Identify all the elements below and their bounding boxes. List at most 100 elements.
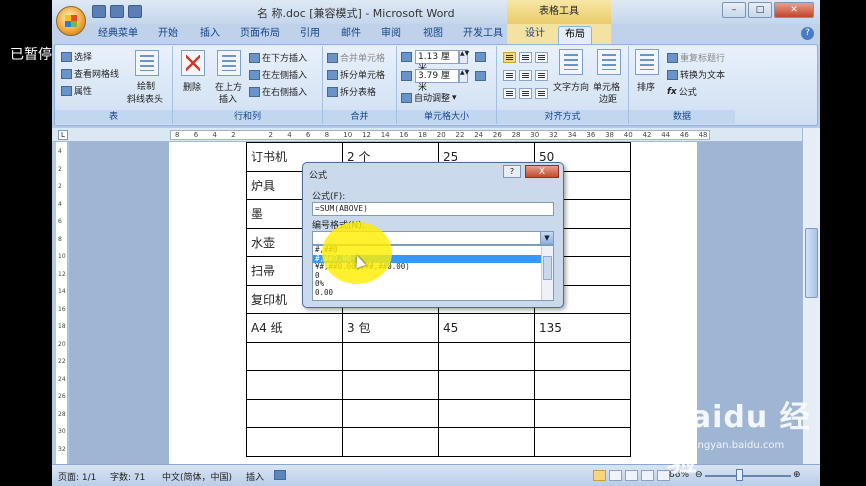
ruler-tick: 44 xyxy=(661,131,671,139)
watermark-url: jingyan.baidu.com xyxy=(692,440,785,451)
tab-page-layout[interactable]: 页面布局 xyxy=(234,26,286,44)
list-scrollbar[interactable] xyxy=(541,246,553,300)
tab-mailings[interactable]: 邮件 xyxy=(335,26,367,44)
table-cell[interactable] xyxy=(438,370,535,400)
distribute-rows-icon[interactable] xyxy=(475,52,486,62)
table-cell[interactable]: 45 xyxy=(438,313,535,343)
repeat-header-button[interactable]: 重复标题行 xyxy=(667,51,725,64)
align-middle-left-button[interactable] xyxy=(503,70,516,81)
column-width-spinner[interactable]: ▲▼ xyxy=(459,69,469,83)
formula-button[interactable]: fx 公式 xyxy=(667,85,697,99)
table-cell[interactable] xyxy=(534,341,631,371)
table-cell[interactable] xyxy=(246,370,343,400)
insert-above-label2: 插入 xyxy=(219,95,238,105)
tab-view[interactable]: 视图 xyxy=(417,26,449,44)
web-layout-view-icon[interactable] xyxy=(625,470,638,481)
tab-home[interactable]: 开始 xyxy=(152,26,184,44)
table-cell[interactable] xyxy=(342,370,439,400)
split-cells-button[interactable]: 拆分单元格 xyxy=(327,68,385,81)
sort-icon[interactable] xyxy=(635,49,659,75)
row-height-spinner[interactable]: ▲▼ xyxy=(459,50,469,64)
draw-diagonal-icon[interactable] xyxy=(135,50,159,76)
delete-icon[interactable] xyxy=(181,50,205,76)
align-bottom-center-button[interactable] xyxy=(519,88,532,99)
table-cell[interactable] xyxy=(438,398,535,428)
dropdown-arrow-icon[interactable]: ▼ xyxy=(540,232,553,244)
tab-references[interactable]: 引用 xyxy=(294,26,326,44)
outline-view-icon[interactable] xyxy=(641,470,654,481)
page-count[interactable]: 页面: 1/1 xyxy=(58,470,96,483)
tab-selector-icon[interactable]: L xyxy=(58,130,68,140)
save-icon[interactable] xyxy=(92,5,106,18)
undo-icon[interactable] xyxy=(110,5,124,18)
select-button[interactable]: 选择 xyxy=(61,50,92,63)
distribute-columns-icon[interactable] xyxy=(475,71,486,81)
table-cell[interactable]: A4 纸 xyxy=(246,313,343,343)
help-icon[interactable]: ? xyxy=(801,27,814,40)
maximize-button[interactable]: □ xyxy=(748,2,772,18)
convert-to-text-button[interactable]: 转换为文本 xyxy=(667,68,725,81)
align-middle-right-button[interactable] xyxy=(535,70,548,81)
table-cell[interactable] xyxy=(534,398,631,428)
dialog-help-button[interactable]: ? xyxy=(503,165,521,178)
ruler-tick: 32 xyxy=(549,131,558,139)
print-layout-view-icon[interactable] xyxy=(593,470,606,481)
insert-mode[interactable]: 插入 xyxy=(246,470,264,483)
row-height-input[interactable]: 1.13 厘米 xyxy=(415,50,459,74)
language-status[interactable]: 中文(简体，中国) xyxy=(162,470,232,483)
cell-margins-icon[interactable] xyxy=(597,49,621,75)
align-bottom-right-button[interactable] xyxy=(535,88,548,99)
insert-left-button[interactable]: 在左侧插入 xyxy=(249,68,307,81)
table-cell[interactable] xyxy=(246,341,343,371)
full-screen-view-icon[interactable] xyxy=(609,470,622,481)
ruler-tick: 48 xyxy=(698,131,708,139)
close-button[interactable]: ✕ xyxy=(774,2,814,18)
tab-design[interactable]: 设计 xyxy=(519,26,551,44)
word-count[interactable]: 字数: 71 xyxy=(110,470,145,483)
vertical-ruler[interactable]: 4 2 2 4 6 8 10 12 14 16 18 20 22 24 26 28 30 32 xyxy=(56,142,68,464)
table-cell[interactable] xyxy=(246,398,343,428)
tab-review[interactable]: 审阅 xyxy=(375,26,407,44)
tab-developer[interactable]: 开发工具 xyxy=(457,26,509,44)
insert-below-button[interactable]: 在下方插入 xyxy=(249,51,307,64)
align-top-left-button[interactable] xyxy=(503,52,516,63)
table-cell[interactable] xyxy=(342,341,439,371)
list-scroll-thumb[interactable] xyxy=(543,256,552,280)
table-cell[interactable] xyxy=(534,370,631,400)
number-format-option[interactable]: 0.00 xyxy=(313,288,553,298)
merge-cells-button[interactable]: 合并单元格 xyxy=(327,51,385,64)
insert-above-icon[interactable] xyxy=(217,50,241,76)
horizontal-ruler[interactable]: L 8 6 4 2 2 4 6 8 10 12 14 16 18 20 22 24 26 28 30 32 34 36 38… xyxy=(52,128,820,142)
table-cell[interactable]: 135 xyxy=(534,313,631,343)
table-cell[interactable] xyxy=(342,398,439,428)
dialog-close-button[interactable]: X xyxy=(525,165,559,178)
table-cell[interactable] xyxy=(246,427,343,457)
properties-button[interactable]: 属性 xyxy=(61,84,92,97)
table-cell[interactable]: 3 包 xyxy=(342,313,439,343)
align-bottom-left-button[interactable] xyxy=(503,88,516,99)
text-direction-icon[interactable] xyxy=(559,49,583,75)
macro-record-icon[interactable] xyxy=(274,470,286,480)
table-cell[interactable] xyxy=(438,427,535,457)
table-cell[interactable] xyxy=(342,427,439,457)
redo-icon[interactable] xyxy=(128,5,142,18)
group-label-cell-size: 单元格大小 xyxy=(397,110,496,124)
office-button[interactable] xyxy=(56,6,86,36)
ruler-tick: 20 xyxy=(436,131,446,139)
formula-input[interactable]: =SUM(ABOVE) xyxy=(312,202,554,216)
tab-layout[interactable]: 布局 xyxy=(558,26,592,44)
table-cell[interactable] xyxy=(534,427,631,457)
tab-insert[interactable]: 插入 xyxy=(194,26,226,44)
autofit-button[interactable]: 自动调整 ▾ xyxy=(401,91,457,104)
tab-classic-menu[interactable]: 经典菜单 xyxy=(92,26,144,44)
column-width-input[interactable]: 3.79 厘米 xyxy=(415,69,459,93)
scrollbar-thumb[interactable] xyxy=(805,228,818,298)
minimize-button[interactable]: – xyxy=(722,2,746,18)
table-cell[interactable] xyxy=(438,341,535,371)
split-table-button[interactable]: 拆分表格 xyxy=(327,85,376,98)
align-top-center-button[interactable] xyxy=(519,52,532,63)
view-gridlines-button[interactable]: 查看网格线 xyxy=(61,67,119,80)
align-middle-center-button[interactable] xyxy=(519,70,532,81)
insert-right-button[interactable]: 在右侧插入 xyxy=(249,85,307,98)
align-top-right-button[interactable] xyxy=(535,52,548,63)
